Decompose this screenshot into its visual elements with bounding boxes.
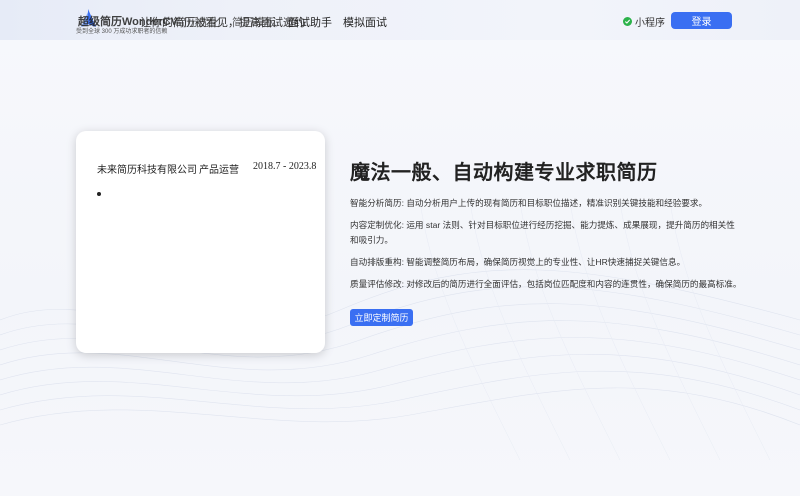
customize-resume-button[interactable]: 立即定制简历 [350, 309, 413, 326]
login-button[interactable]: 登录 [671, 12, 732, 29]
nav-resume-optimize[interactable]: 简历优化 [176, 14, 220, 30]
mini-program-label: 小程序 [635, 18, 665, 29]
nav-resume-templates[interactable]: 简历模板 [232, 14, 276, 30]
feature-auto-layout: 自动排版重构: 智能调整简历布局，确保简历视觉上的专业性、让HR快速捕捉关键信息… [350, 257, 686, 267]
top-header: 超级简历WonderCV 让你的简历被看见，提高面试邀约 受到全球 300 万成… [0, 0, 800, 40]
page: 超级简历WonderCV 让你的简历被看见，提高面试邀约 受到全球 300 万成… [0, 0, 800, 496]
nav-interview-assistant[interactable]: 面试助手 [288, 14, 332, 30]
nav-mock-interview[interactable]: 模拟面试 [343, 14, 387, 30]
feature-quality-evaluation: 质量评估修改: 对修改后的简历进行全面评估，包括岗位匹配度和内容的连贯性，确保简… [350, 279, 742, 289]
resume-preview-card: 未来简历科技有限公司 产品运营 2018.7 - 2023.8 [76, 131, 325, 353]
mini-program-link[interactable]: 小程序 [623, 14, 665, 29]
feature-smart-analysis: 智能分析简历: 自动分析用户上传的现有简历和目标职位描述，精准识别关键技能和经验… [350, 198, 708, 208]
page-headline: 魔法一般、自动构建专业求职简历 [350, 162, 658, 184]
check-circle-icon [623, 17, 632, 26]
feature-content-customization: 内容定制优化: 运用 star 法则、针对目标职位进行经历挖掘、能力提炼、成果展… [350, 220, 735, 245]
experience-company: 未来简历科技有限公司 [97, 165, 197, 176]
header-sub-slogan: 受到全球 300 万成功求职者的信赖 [76, 29, 168, 35]
bullet-point [97, 192, 101, 196]
experience-role: 产品运营 [199, 165, 239, 176]
experience-period: 2018.7 - 2023.8 [253, 161, 317, 172]
